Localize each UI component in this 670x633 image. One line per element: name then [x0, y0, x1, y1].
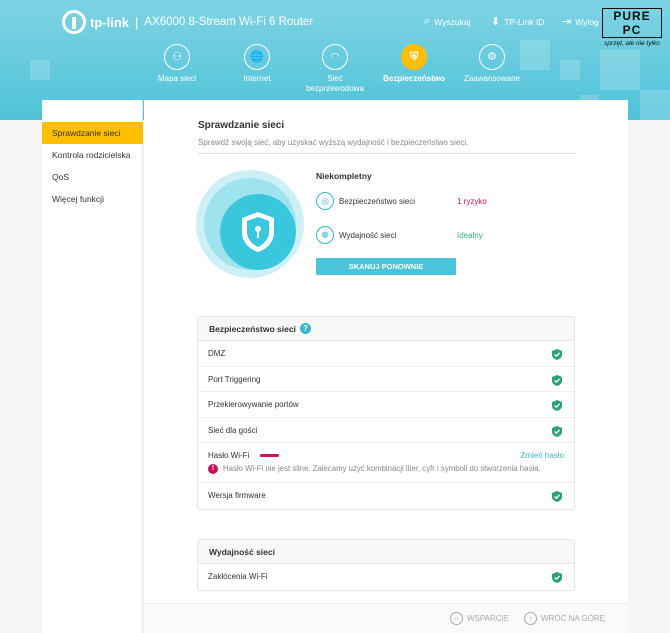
- sidebar-item-more-features[interactable]: Więcej funkcji: [42, 188, 143, 210]
- nav-internet[interactable]: 🌐 Internet: [212, 44, 302, 84]
- logout-link[interactable]: ⇥ Wylog: [562, 15, 599, 28]
- row-label: Zakłócenia Wi-Fi: [208, 572, 268, 581]
- row-label: DMZ: [208, 349, 226, 358]
- performance-card-title: Wydajność sieci: [209, 546, 275, 557]
- nav-label: Bezpieczeństwo: [383, 74, 445, 83]
- main-content: Sprawdzanie sieci Sprawdź swoją sieć, ab…: [144, 100, 628, 603]
- nav-label: Sieć bezprzewodowa: [306, 74, 364, 93]
- shield-check-icon: [552, 425, 562, 437]
- footer: ∩ WSPARCIE ↑ WRÓĆ NA GÓRĘ: [144, 603, 628, 633]
- support-label: WSPARCIE: [467, 614, 510, 623]
- status-ring-inner: [220, 194, 296, 270]
- nav-security[interactable]: ⛨ Bezpieczeństwo: [369, 44, 459, 84]
- shield-check-icon: [552, 400, 562, 411]
- security-card-title: Bezpieczeństwo sieci: [209, 323, 296, 334]
- nav-advanced[interactable]: ⚙ Zaawansowane: [447, 44, 537, 84]
- brand-logo[interactable]: tp-link | AX6000 8-Stream Wi-Fi 6 Router: [62, 10, 313, 34]
- nav-label: Mapa sieci: [157, 74, 197, 83]
- list-item[interactable]: Zakłócenia Wi-Fi: [198, 564, 574, 590]
- scan-status: Niekompletny: [316, 171, 372, 181]
- sidebar-item-qos[interactable]: QoS: [42, 166, 143, 188]
- help-icon[interactable]: ?: [299, 323, 311, 334]
- sidebar-item-parental-control[interactable]: Kontrola rodzicielska: [42, 144, 143, 166]
- performance-status-value: Idealny: [457, 231, 483, 240]
- search-label: Wyszukaj: [434, 16, 471, 27]
- list-item[interactable]: DMZ: [198, 341, 574, 367]
- row-label: Port Triggering: [208, 374, 261, 384]
- tplink-id-link[interactable]: ⬇ TP-Link ID: [491, 15, 544, 28]
- network-map-icon: ⚇: [164, 44, 190, 70]
- password-strength-bar: [259, 454, 279, 458]
- performance-card: Wydajność sieci Zakłócenia Wi-Fi: [197, 539, 575, 591]
- list-item[interactable]: Przekierowywanie portów: [198, 392, 574, 418]
- router-model: AX6000 8-Stream Wi-Fi 6 Router: [144, 16, 314, 28]
- shield-lock-icon: [242, 212, 274, 252]
- security-card: Bezpieczeństwo sieci ? DMZ Port Triggeri…: [197, 316, 575, 510]
- security-status-value[interactable]: 1 ryzyko: [457, 197, 487, 206]
- nav-label: Internet: [243, 74, 271, 83]
- tplink-logo-icon: [62, 10, 86, 34]
- performance-icon: ❁: [316, 226, 334, 244]
- security-status-graphic: [196, 170, 304, 278]
- back-to-top-link[interactable]: ↑ WRÓĆ NA GÓRĘ: [524, 612, 605, 625]
- arrow-up-icon: ↑: [524, 612, 537, 625]
- globe-icon: ◎: [316, 192, 334, 210]
- search-link[interactable]: ⌕ Wyszukaj: [424, 15, 470, 28]
- security-card-header: Bezpieczeństwo sieci ?: [198, 317, 574, 341]
- row-label: Wersja firmware: [208, 491, 266, 500]
- security-status-label: Bezpieczeństwo sieci: [339, 196, 416, 206]
- shield-icon: ⛨: [401, 44, 427, 70]
- warning-text: Hasło Wi-Fi nie jest silne. Zalecamy uży…: [223, 464, 541, 473]
- row-label: Sieć dla gości: [208, 425, 258, 435]
- sidebar: Sprawdzanie sieci Kontrola rodzicielska …: [42, 100, 143, 633]
- search-icon: ⌕: [424, 15, 431, 27]
- page-description: Sprawdź swoją sieć, aby uzyskać wyższą w…: [198, 138, 576, 154]
- wifi-icon: ◠: [322, 44, 348, 70]
- logo-separator: |: [135, 14, 139, 30]
- nav-label: Zaawansowane: [463, 74, 521, 83]
- brand-name: tp-link: [90, 14, 129, 30]
- list-item[interactable]: Sieć dla gości: [198, 418, 574, 443]
- tplink-id-icon: ⬇: [491, 16, 501, 28]
- wifi-password-warning: ! Hasło Wi-Fi nie jest silne. Zalecamy u…: [208, 463, 541, 475]
- performance-status-row: ❁ Wydajność sieci: [316, 226, 396, 244]
- badge-title: PURE PC: [602, 8, 662, 38]
- row-label: Hasło Wi-Fi: [208, 451, 250, 460]
- nav-network-map[interactable]: ⚇ Mapa sieci: [132, 44, 222, 84]
- list-item[interactable]: Wersja firmware: [198, 483, 574, 509]
- gear-icon: ⚙: [479, 44, 505, 70]
- row-label: Przekierowywanie portów: [208, 400, 299, 409]
- headset-icon: ∩: [450, 612, 463, 625]
- logout-label: Wylog: [575, 16, 599, 27]
- shield-check-icon: [552, 572, 562, 583]
- performance-status-label: Wydajność sieci: [339, 230, 397, 240]
- shield-check-icon: [552, 374, 562, 386]
- logout-icon: ⇥: [562, 16, 572, 28]
- support-link[interactable]: ∩ WSPARCIE: [450, 612, 509, 625]
- page-title: Sprawdzanie sieci: [198, 120, 285, 131]
- warning-icon: !: [208, 464, 218, 474]
- nav-wireless[interactable]: ◠ Sieć bezprzewodowa: [290, 44, 380, 94]
- tplink-id-label: TP-Link ID: [504, 16, 545, 27]
- shield-check-icon: [552, 491, 562, 502]
- wifi-password-row: Hasło Wi-Fi Zmień hasło ! Hasło Wi-Fi ni…: [198, 443, 574, 483]
- watermark-badge: PURE PC sprzęt, ale nie tylko: [602, 8, 662, 47]
- sidebar-item-network-check[interactable]: Sprawdzanie sieci: [42, 122, 143, 144]
- status-ring: [204, 178, 296, 270]
- main-nav: ⚇ Mapa sieci 🌐 Internet ◠ Sieć bezprzewo…: [0, 44, 670, 104]
- back-to-top-label: WRÓĆ NA GÓRĘ: [541, 614, 606, 623]
- globe-icon: 🌐: [244, 44, 270, 70]
- shield-check-icon: [552, 349, 562, 360]
- rescan-button[interactable]: SKANUJ PONOWNIE: [316, 258, 456, 275]
- security-status-row: ◎ Bezpieczeństwo sieci: [316, 192, 415, 210]
- list-item[interactable]: Port Triggering: [198, 367, 574, 392]
- performance-card-header: Wydajność sieci: [198, 540, 574, 564]
